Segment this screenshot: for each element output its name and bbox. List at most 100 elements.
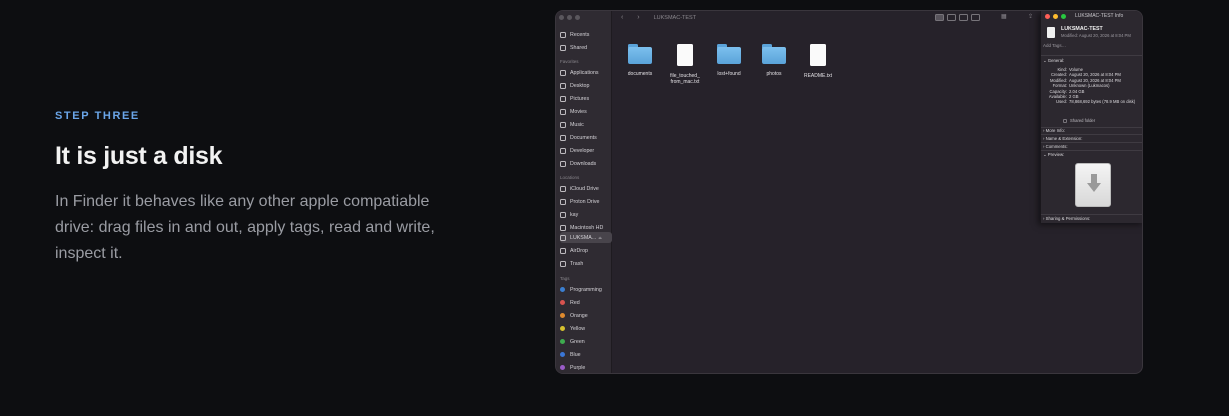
sidebar-item-icloud[interactable]: iCloud Drive xyxy=(560,183,612,194)
feature-copy: STEP THREE It is just a disk In Finder i… xyxy=(55,110,455,267)
back-forward-icon[interactable]: ‹ › xyxy=(621,14,646,21)
text-file-icon xyxy=(677,44,693,66)
shared-folder-checkbox[interactable]: Shared folder xyxy=(1063,118,1095,123)
info-row: Created: August 20, 2026 at 8:04 PM xyxy=(1050,72,1121,78)
film-icon xyxy=(560,108,566,115)
sidebar-heading-locations: Locations xyxy=(560,175,580,180)
info-row: Available: 2 GB xyxy=(1048,94,1079,99)
volume-file-icon xyxy=(1047,27,1055,38)
pictures-icon xyxy=(560,95,566,102)
sidebar-tag-item[interactable]: Blue xyxy=(560,349,612,360)
file-item-label: documents xyxy=(627,71,653,77)
tag-color-dot xyxy=(560,313,565,318)
document-icon xyxy=(560,134,566,141)
file-item[interactable]: photos xyxy=(751,44,797,77)
info-panel: LUKSMAC-TEST Info LUKSMAC-TEST Modified:… xyxy=(1040,11,1142,223)
cloud-icon xyxy=(560,185,566,192)
sidebar-tag-item[interactable]: Orange xyxy=(560,310,612,321)
sidebar-item-trash[interactable]: Trash xyxy=(560,258,612,269)
feature-title: It is just a disk xyxy=(55,142,223,170)
finder-screenshot: Recents Shared Favorites Applications De… xyxy=(555,10,1143,374)
info-row: Used: 78,868,692 bytes (78.9 MB on disk) xyxy=(1056,99,1136,105)
down-arrow-icon xyxy=(1087,174,1101,192)
tag-color-dot xyxy=(560,300,565,305)
applications-icon xyxy=(560,69,566,76)
sidebar-item-shared[interactable]: Shared xyxy=(560,42,612,53)
sidebar-item-pictures[interactable]: Pictures xyxy=(560,93,612,104)
sidebar-tag-item[interactable]: Purple xyxy=(560,362,612,373)
file-item-label: lost+found xyxy=(717,71,741,77)
sidebar-tag-item[interactable]: Yellow xyxy=(560,323,612,334)
file-item[interactable]: file_touched_from_mac.txt xyxy=(662,44,708,85)
window-controls[interactable] xyxy=(559,15,580,20)
share-icon[interactable]: ⇪ xyxy=(1028,13,1033,20)
section-comments[interactable]: › Comments: xyxy=(1043,144,1068,149)
sidebar-item-desktop[interactable]: Desktop xyxy=(560,80,612,91)
sidebar-item-movies[interactable]: Movies xyxy=(560,106,612,117)
info-window-controls[interactable] xyxy=(1045,14,1066,19)
trash-icon xyxy=(560,260,566,267)
folder-icon xyxy=(762,44,786,64)
info-row: Kind: Volume xyxy=(1057,67,1083,72)
column-view-icon[interactable] xyxy=(959,14,968,21)
group-icon[interactable]: ▦ xyxy=(1001,13,1007,20)
file-item[interactable]: documents xyxy=(617,44,663,77)
view-switcher[interactable] xyxy=(935,14,980,21)
file-item-label: photos xyxy=(766,71,782,77)
info-row: Modified: August 20, 2026 at 8:04 PM xyxy=(1050,77,1121,83)
step-label: STEP THREE xyxy=(55,110,140,122)
feature-description: In Finder it behaves like any other appl… xyxy=(55,193,435,262)
section-general[interactable]: ⌄ General: xyxy=(1043,58,1064,64)
sidebar-item-downloads[interactable]: Downloads xyxy=(560,158,612,169)
home-icon xyxy=(560,211,566,218)
info-window-title: LUKSMAC-TEST Info xyxy=(1075,13,1124,19)
section-sharing[interactable]: › Sharing & Permissions: xyxy=(1043,216,1090,221)
tag-color-dot xyxy=(560,352,565,357)
section-preview[interactable]: ⌄ Preview: xyxy=(1043,152,1064,158)
sidebar-tag-item[interactable]: Programming xyxy=(560,284,612,295)
section-more-info[interactable]: › More Info: xyxy=(1043,128,1065,133)
sidebar-heading-tags: Tags xyxy=(560,276,570,281)
tag-color-dot xyxy=(560,326,565,331)
folder-icon xyxy=(628,44,652,64)
add-tags-field[interactable]: Add Tags… xyxy=(1043,43,1066,48)
file-item-label: README.txt xyxy=(803,73,833,79)
icon-view-icon[interactable] xyxy=(935,14,944,21)
folder-icon xyxy=(717,44,741,64)
hard-drive-icon xyxy=(560,224,566,231)
text-file-icon xyxy=(810,44,826,66)
sidebar-item-kay[interactable]: kay xyxy=(560,209,612,220)
sidebar-item-proton-drive[interactable]: Proton Drive xyxy=(560,196,612,207)
sidebar-item-developer[interactable]: Developer xyxy=(560,145,612,156)
sidebar-tag-item[interactable]: Green xyxy=(560,336,612,347)
info-volume-name: LUKSMAC-TEST xyxy=(1061,26,1103,32)
info-row: Format: Unknown (Lukmacos) xyxy=(1052,83,1110,89)
sidebar-item-luksmac[interactable]: LUKSMA... ⏏ xyxy=(560,232,612,243)
info-row: Capacity: 2.04 GB xyxy=(1049,88,1085,94)
list-view-icon[interactable] xyxy=(947,14,956,21)
eject-icon[interactable]: ⏏ xyxy=(598,235,602,240)
finder-sidebar: Recents Shared Favorites Applications De… xyxy=(556,11,612,373)
tag-color-dot xyxy=(560,365,565,370)
clock-icon xyxy=(560,31,566,38)
folder-icon xyxy=(560,198,566,205)
music-icon xyxy=(560,121,566,128)
info-modified: Modified: August 20, 2026 at 8:04 PM xyxy=(1061,33,1131,38)
airdrop-icon xyxy=(560,247,566,254)
gallery-view-icon[interactable] xyxy=(971,14,980,21)
sidebar-item-applications[interactable]: Applications xyxy=(560,67,612,78)
sidebar-item-recents[interactable]: Recents xyxy=(560,29,612,40)
shared-folder-icon xyxy=(560,44,566,51)
sidebar-heading-favorites: Favorites xyxy=(560,59,579,64)
window-title: LUKSMAC-TEST xyxy=(653,14,697,21)
section-name-extension[interactable]: › Name & Extension: xyxy=(1043,136,1082,141)
sidebar-item-documents[interactable]: Documents xyxy=(560,132,612,143)
hammer-icon xyxy=(560,147,566,154)
desktop-icon xyxy=(560,82,566,89)
file-item[interactable]: README.txt xyxy=(795,44,841,79)
file-item[interactable]: lost+found xyxy=(706,44,752,77)
sidebar-item-music[interactable]: Music xyxy=(560,119,612,130)
sidebar-item-airdrop[interactable]: AirDrop xyxy=(560,245,612,256)
sidebar-tag-item[interactable]: Red xyxy=(560,297,612,308)
download-icon xyxy=(560,160,566,167)
